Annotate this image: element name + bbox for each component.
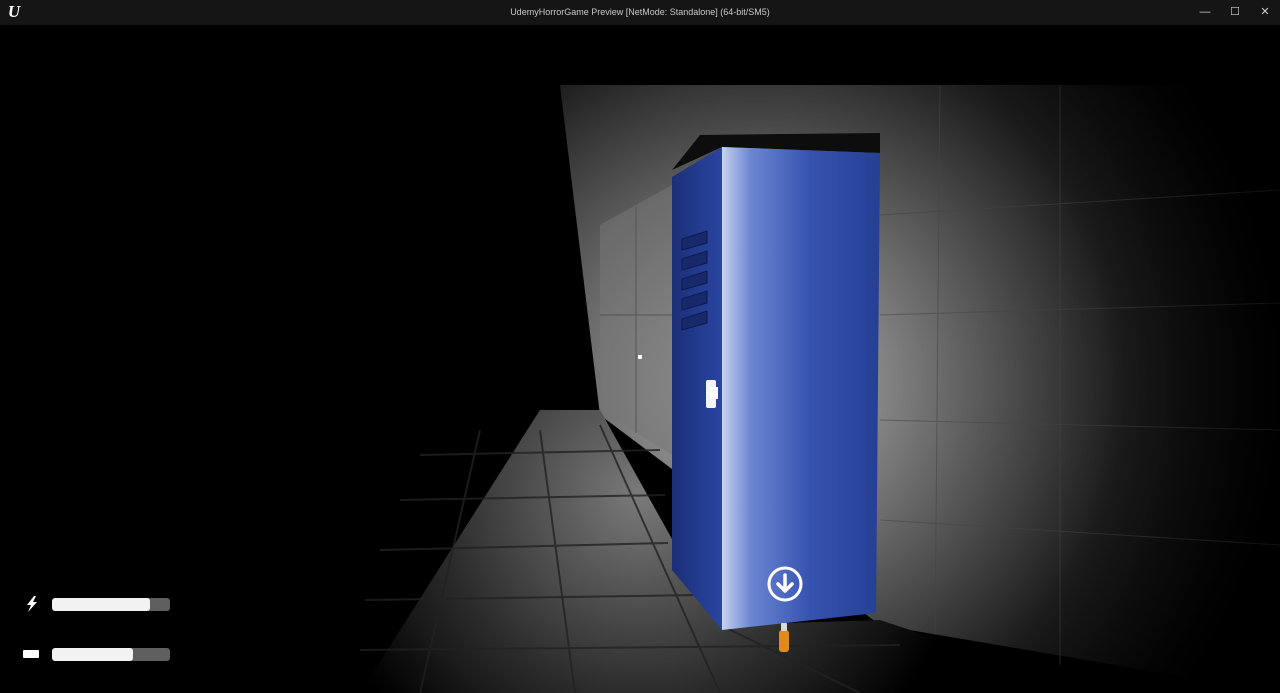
maximize-button[interactable]: ☐ [1220, 0, 1250, 25]
down-arrow-circle-icon[interactable] [767, 566, 803, 602]
crosshair-dot [638, 355, 642, 359]
battery-icon [23, 650, 39, 658]
close-button[interactable]: ✕ [1250, 0, 1280, 25]
battery-bar-fill [52, 648, 134, 661]
window-title: UdemyHorrorGame Preview [NetMode: Standa… [510, 7, 770, 17]
energy-bar-track [52, 598, 170, 611]
title-bar[interactable]: U UdemyHorrorGame Preview [NetMode: Stan… [0, 0, 1280, 26]
battery-bar-track [52, 648, 170, 661]
minimize-button[interactable]: — [1190, 0, 1220, 25]
game-scene [0, 25, 1280, 693]
battery-meter [22, 645, 172, 663]
energy-bar-fill [52, 598, 150, 611]
lightning-bolt-icon [27, 596, 37, 612]
game-viewport[interactable] [0, 25, 1280, 693]
energy-meter [22, 595, 172, 613]
game-window: U UdemyHorrorGame Preview [NetMode: Stan… [0, 0, 1280, 693]
